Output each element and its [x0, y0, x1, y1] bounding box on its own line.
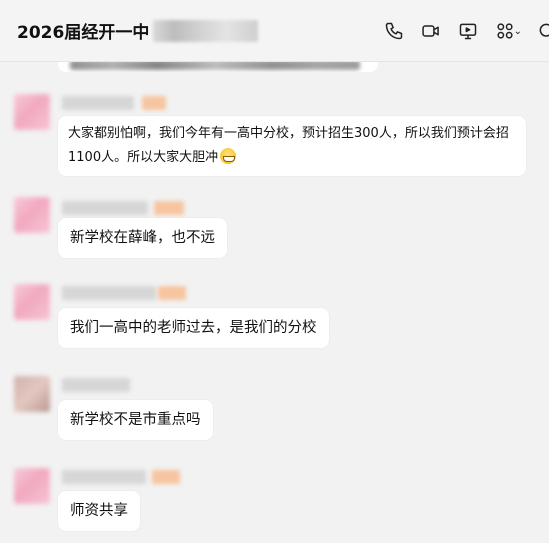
message-bubble[interactable]: 师资共享 [58, 491, 140, 531]
title-blurred-part [153, 19, 259, 42]
avatar[interactable] [14, 197, 50, 233]
message-text: 大家都别怕啊，我们今年有一高中分校，预计招生300人，所以我们预计会招1100人… [68, 126, 509, 165]
message-text: 新学校在薛峰，也不远 [70, 230, 215, 246]
grinning-emoji-icon [220, 148, 237, 164]
message-bubble[interactable]: 新学校在薛峰，也不远 [58, 218, 227, 258]
avatar[interactable] [14, 376, 50, 412]
sender-name-blurred [62, 201, 148, 215]
sender-name-blurred [62, 378, 130, 392]
sender-name-blurred [62, 96, 134, 110]
header-toolbar: ⌄ [368, 0, 549, 62]
chat-header: 2026届经开一中 ⌄ [0, 0, 549, 62]
screen-share-icon[interactable] [457, 20, 479, 42]
message-bubble[interactable]: 大家都别怕啊，我们今年有一高中分校，预计招生300人，所以我们预计会招1100人… [58, 116, 526, 176]
message-bubble[interactable]: 新学校不是市重点吗 [58, 400, 213, 440]
phone-icon[interactable] [383, 20, 405, 42]
message-bubble[interactable]: 我们一高中的老师过去，是我们的分校 [58, 308, 329, 348]
chat-title: 2026届经开一中 [17, 23, 150, 43]
chat-area: 大家都别怕啊，我们今年有一高中分校，预计招生300人，所以我们预计会招1100人… [0, 0, 549, 543]
apps-icon[interactable] [494, 20, 516, 42]
sender-name-blurred [62, 286, 156, 300]
avatar[interactable] [14, 284, 50, 320]
message-item: 新学校在薛峰，也不远 [0, 195, 549, 265]
sender-name-blurred [62, 470, 146, 484]
sender-tag-blurred [142, 96, 166, 110]
avatar[interactable] [14, 94, 50, 130]
message-text: 师资共享 [70, 503, 128, 519]
sender-tag-blurred [154, 201, 184, 215]
message-item: 新学校不是市重点吗 [0, 372, 549, 442]
message-text: 我们一高中的老师过去，是我们的分校 [70, 320, 317, 336]
message-item: 师资共享 [0, 464, 549, 534]
chevron-down-icon[interactable]: ⌄ [514, 26, 522, 37]
message-item: 我们一高中的老师过去，是我们的分校 [0, 280, 549, 350]
sender-tag-blurred [152, 470, 180, 484]
message-text: 新学校不是市重点吗 [70, 412, 201, 428]
avatar[interactable] [14, 468, 50, 504]
message-item: 大家都别怕啊，我们今年有一高中分校，预计招生300人，所以我们预计会招1100人… [0, 90, 549, 180]
video-call-icon[interactable] [420, 20, 442, 42]
search-icon[interactable] [537, 20, 549, 42]
sender-tag-blurred [158, 286, 186, 300]
